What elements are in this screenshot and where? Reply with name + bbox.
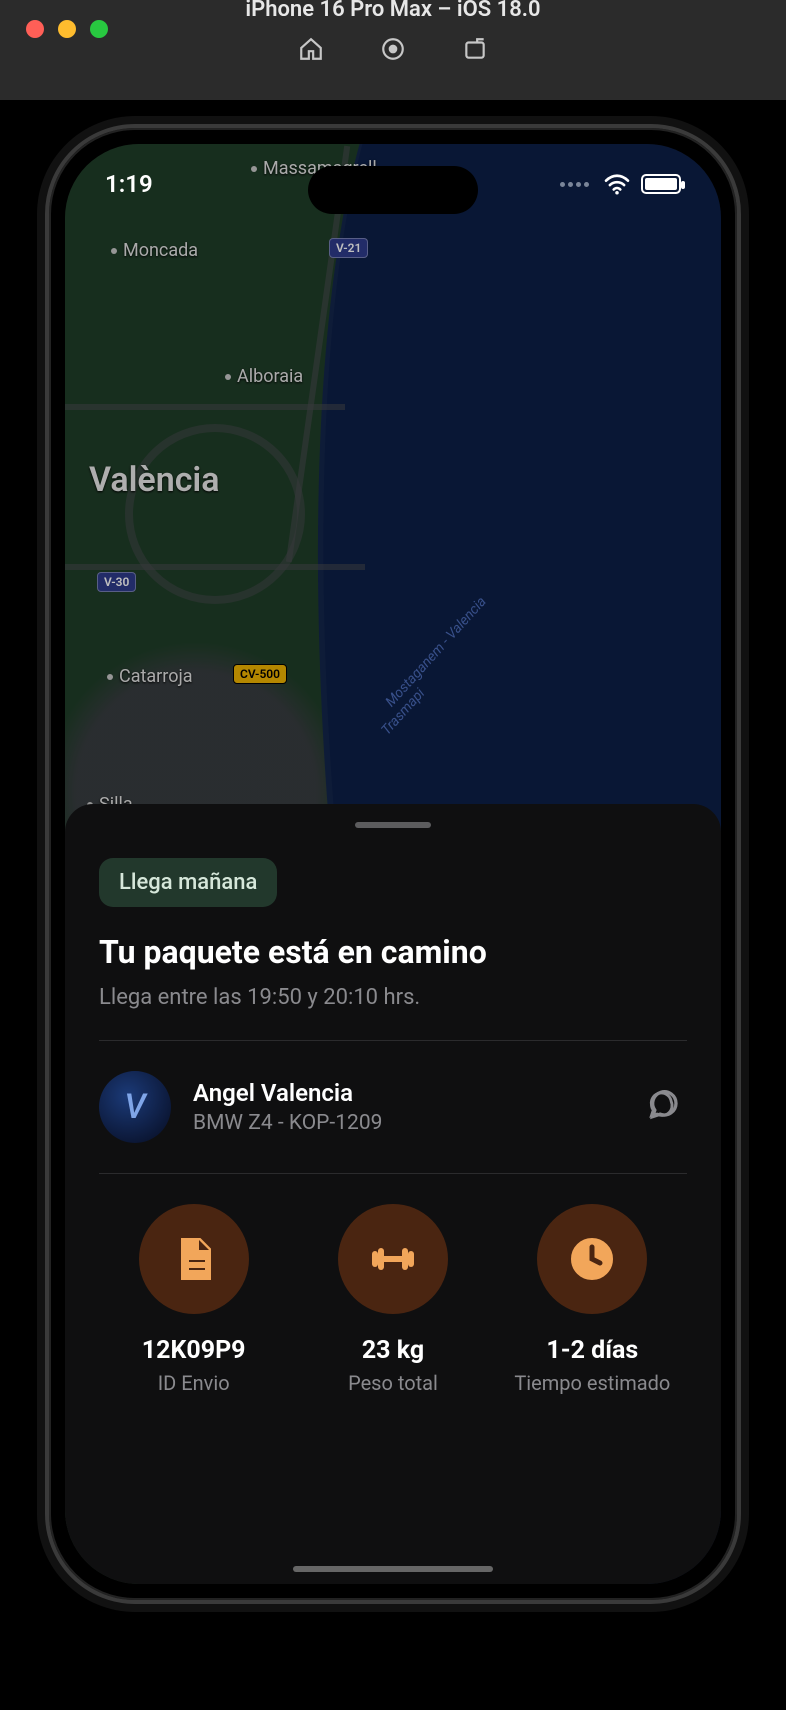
stat-weight: 23 kg Peso total	[298, 1204, 487, 1395]
driver-name: Angel Valencia	[193, 1079, 613, 1107]
zoom-window-button[interactable]	[90, 20, 108, 38]
driver-row: V Angel Valencia BMW Z4 - KOP-1209	[99, 1071, 687, 1143]
map-label-valencia: València	[89, 460, 220, 500]
screenshot-icon[interactable]	[462, 36, 488, 66]
simulator-title: iPhone 16 Pro Max – iOS 18.0	[245, 0, 540, 22]
map-label-catarroja: Catarroja	[107, 666, 193, 687]
home-icon[interactable]	[298, 36, 324, 66]
shipment-stats: 12K09P9 ID Envio	[99, 1204, 687, 1395]
divider	[99, 1173, 687, 1174]
stat-eta: 1-2 días Tiempo estimado	[498, 1204, 687, 1395]
device-screen: 1:19	[65, 144, 721, 1584]
sheet-grabber[interactable]	[355, 822, 431, 828]
tracking-subline: Llega entre las 19:50 y 20:10 hrs.	[99, 985, 687, 1010]
battery-icon	[641, 174, 681, 194]
dumbbell-icon	[338, 1204, 448, 1314]
record-icon[interactable]	[380, 36, 406, 66]
status-time: 1:19	[105, 170, 153, 198]
chat-icon	[641, 1085, 681, 1129]
cellular-dots-icon	[560, 182, 589, 187]
document-icon	[139, 1204, 249, 1314]
home-indicator[interactable]	[293, 1566, 493, 1572]
close-window-button[interactable]	[26, 20, 44, 38]
eta-pill: Llega mañana	[99, 858, 277, 907]
stat-weight-value: 23 kg	[362, 1336, 424, 1365]
tracking-bottom-sheet[interactable]: Llega mañana Tu paquete está en camino L…	[65, 804, 721, 1584]
minimize-window-button[interactable]	[58, 20, 76, 38]
stat-shipment-id: 12K09P9 ID Envio	[99, 1204, 288, 1395]
stat-eta-label: Tiempo estimado	[514, 1371, 670, 1395]
map-label-alboraia: Alboraia	[225, 366, 303, 387]
simulator-toolbar	[298, 36, 488, 66]
tracking-headline: Tu paquete está en camino	[99, 933, 687, 971]
iphone-device-frame: 1:19	[45, 124, 741, 1604]
map-label-moncada: Moncada	[111, 240, 198, 261]
window-traffic-lights	[26, 20, 108, 38]
wifi-icon	[603, 173, 631, 195]
chat-button[interactable]	[635, 1081, 687, 1133]
stat-eta-value: 1-2 días	[546, 1336, 638, 1365]
dynamic-island[interactable]	[308, 166, 478, 214]
clock-icon	[537, 1204, 647, 1314]
stat-id-label: ID Envio	[158, 1371, 230, 1395]
driver-avatar[interactable]: V	[99, 1071, 171, 1143]
road-badge-cv500: CV-500	[233, 664, 287, 684]
road-badge-v21: V-21	[329, 238, 368, 258]
driver-vehicle: BMW Z4 - KOP-1209	[193, 1111, 613, 1135]
simulator-titlebar: iPhone 16 Pro Max – iOS 18.0	[0, 0, 786, 100]
divider	[99, 1040, 687, 1041]
stat-id-value: 12K09P9	[142, 1336, 246, 1365]
road-badge-v30: V-30	[97, 572, 136, 592]
stat-weight-label: Peso total	[348, 1371, 438, 1395]
